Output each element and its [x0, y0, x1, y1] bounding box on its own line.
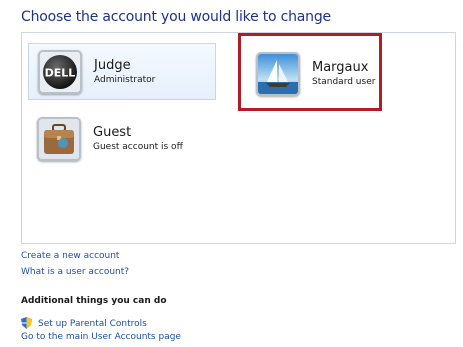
account-role: Guest account is off	[93, 141, 183, 152]
main-user-accounts-link[interactable]: Go to the main User Accounts page	[21, 332, 181, 342]
account-name: Guest	[93, 124, 132, 140]
parental-controls-link[interactable]: Set up Parental Controls	[21, 314, 147, 333]
briefcase-icon	[37, 116, 81, 161]
account-judge[interactable]: DELL Judge Administrator	[28, 43, 216, 100]
account-guest[interactable]: Guest Guest account is off	[28, 110, 216, 167]
account-role: Administrator	[94, 74, 156, 85]
create-account-link[interactable]: Create a new account	[21, 251, 119, 261]
shield-icon	[21, 314, 32, 333]
account-name: Judge	[94, 57, 131, 73]
dell-logo-icon: DELL	[38, 49, 82, 94]
svg-text:DELL: DELL	[45, 66, 76, 79]
parental-controls-label: Set up Parental Controls	[38, 318, 147, 329]
page-heading: Choose the account you would like to cha…	[21, 9, 331, 25]
what-is-account-link[interactable]: What is a user account?	[21, 267, 129, 277]
additional-heading: Additional things you can do	[21, 296, 167, 306]
selection-highlight	[238, 33, 382, 111]
